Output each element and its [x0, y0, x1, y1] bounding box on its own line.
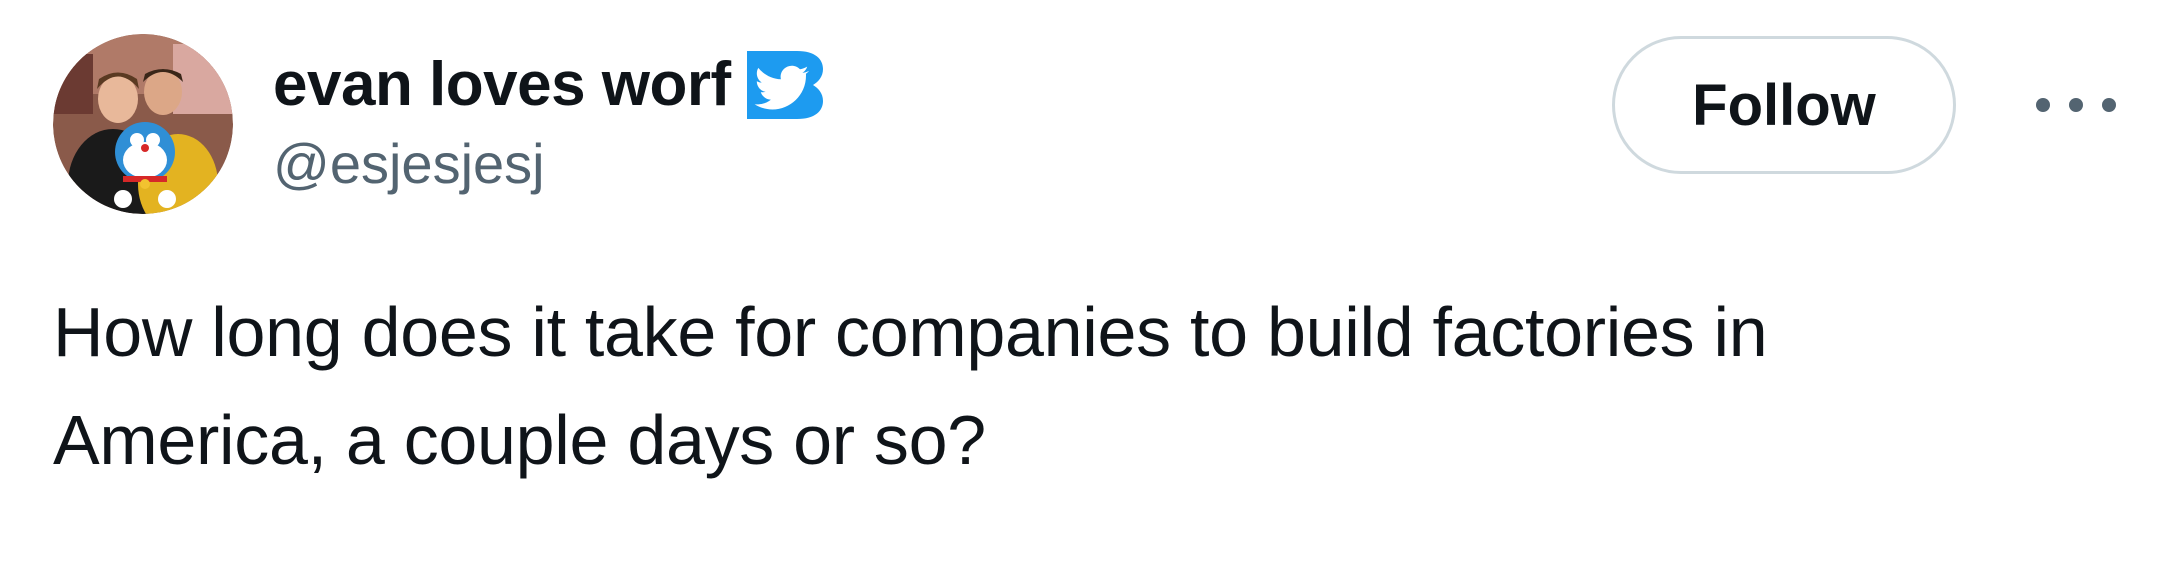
more-dot: [2069, 98, 2083, 112]
avatar[interactable]: [53, 34, 233, 214]
twitter-bird-badge-icon: [746, 49, 823, 121]
avatar-photo: [53, 34, 233, 214]
more-dot: [2036, 98, 2050, 112]
tweet-text-line: America, a couple days or so?: [53, 401, 986, 479]
follow-button[interactable]: Follow: [1612, 36, 1956, 174]
more-dots-icon[interactable]: [2036, 80, 2116, 130]
more-dot: [2102, 98, 2116, 112]
tweet-text-line: How long does it take for companies to b…: [53, 293, 1768, 371]
tweet-card: evan loves worf @esjesjesj Follow How lo…: [0, 0, 2172, 571]
author-name-row: evan loves worf: [273, 40, 823, 130]
author-handle[interactable]: @esjesjesj: [273, 136, 545, 192]
tweet-text: How long does it take for companies to b…: [53, 278, 2103, 494]
author-display-name[interactable]: evan loves worf: [273, 54, 731, 116]
